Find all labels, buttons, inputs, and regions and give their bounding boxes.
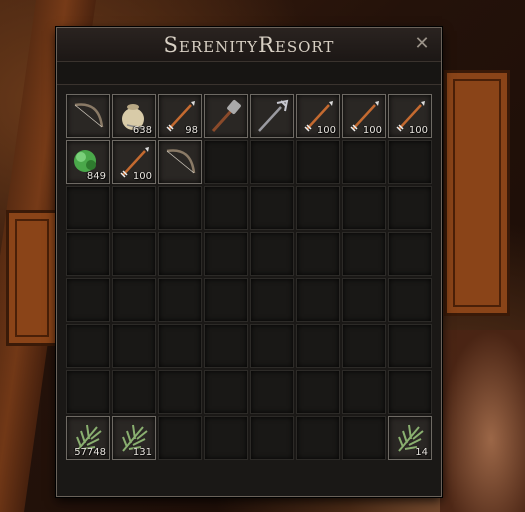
inventory-slot[interactable]: [204, 416, 248, 460]
inventory-slot[interactable]: [66, 370, 110, 414]
inventory-slot[interactable]: 638: [112, 94, 156, 138]
inventory-slot[interactable]: [250, 278, 294, 322]
inventory-slot[interactable]: [342, 232, 386, 276]
inventory-slot[interactable]: [296, 416, 340, 460]
inventory-slot[interactable]: [204, 324, 248, 368]
inventory-slot[interactable]: [158, 278, 202, 322]
stack-count: 100: [408, 125, 428, 136]
inventory-slot[interactable]: [158, 370, 202, 414]
inventory-slot[interactable]: [388, 232, 432, 276]
inventory-slot[interactable]: [296, 140, 340, 184]
inventory-slot[interactable]: [296, 278, 340, 322]
inventory-slot[interactable]: [204, 94, 248, 138]
inventory-slot[interactable]: [158, 232, 202, 276]
inventory-slot[interactable]: 98: [158, 94, 202, 138]
stack-count: 98: [185, 125, 198, 136]
inventory-slot[interactable]: [250, 416, 294, 460]
inventory-slot[interactable]: [388, 140, 432, 184]
inventory-slot[interactable]: 100: [296, 94, 340, 138]
inventory-slot[interactable]: [388, 370, 432, 414]
inventory-slot[interactable]: [342, 140, 386, 184]
inventory-slot[interactable]: 131: [112, 416, 156, 460]
character-arm: [440, 330, 525, 512]
inventory-slot[interactable]: [204, 278, 248, 322]
inventory-slot[interactable]: [204, 140, 248, 184]
stack-count: 100: [132, 171, 152, 182]
inventory-slot[interactable]: [112, 278, 156, 322]
inventory-slot[interactable]: [342, 324, 386, 368]
stack-count: 131: [132, 447, 152, 458]
inventory-slot[interactable]: [388, 278, 432, 322]
stack-count: 638: [132, 125, 152, 136]
inventory-slot[interactable]: [112, 232, 156, 276]
inventory-slot[interactable]: [342, 186, 386, 230]
inventory-slot[interactable]: [250, 232, 294, 276]
inventory-slot[interactable]: [158, 416, 202, 460]
inventory-slot[interactable]: 57748: [66, 416, 110, 460]
stack-count: 100: [316, 125, 336, 136]
inventory-slot[interactable]: [342, 278, 386, 322]
inventory-slot[interactable]: 849: [66, 140, 110, 184]
inventory-slot[interactable]: [158, 324, 202, 368]
inventory-slot[interactable]: [66, 324, 110, 368]
inventory-slot[interactable]: [388, 186, 432, 230]
stack-count: 57748: [74, 447, 106, 458]
inventory-slot[interactable]: 100: [342, 94, 386, 138]
inventory-slot[interactable]: [204, 186, 248, 230]
inventory-slot[interactable]: [158, 140, 202, 184]
inventory-slot[interactable]: [296, 370, 340, 414]
inventory-slot[interactable]: [250, 370, 294, 414]
inventory-slot[interactable]: [112, 186, 156, 230]
inventory-slot[interactable]: [342, 416, 386, 460]
inventory-grid: 638 98 100 100 100 849 100 57748 131 14: [66, 94, 432, 460]
inventory-slot[interactable]: 14: [388, 416, 432, 460]
inventory-slot[interactable]: [388, 324, 432, 368]
inventory-slot[interactable]: [296, 186, 340, 230]
close-icon[interactable]: ✕: [412, 34, 432, 54]
inventory-slot[interactable]: [342, 370, 386, 414]
title-bar[interactable]: SerenityResort ✕: [57, 28, 441, 62]
inventory-slot[interactable]: [296, 232, 340, 276]
toolbar-strip: [57, 62, 441, 85]
inventory-slot[interactable]: [250, 94, 294, 138]
inventory-slot[interactable]: [204, 232, 248, 276]
inventory-slot[interactable]: [250, 140, 294, 184]
inventory-slot[interactable]: [112, 324, 156, 368]
inventory-slot[interactable]: [66, 232, 110, 276]
stack-count: 14: [415, 447, 428, 458]
stack-count: 849: [86, 171, 106, 182]
inventory-slot[interactable]: [66, 186, 110, 230]
inventory-slot[interactable]: 100: [112, 140, 156, 184]
inventory-slot[interactable]: [204, 370, 248, 414]
inventory-slot[interactable]: 100: [388, 94, 432, 138]
stack-count: 100: [362, 125, 382, 136]
wooden-crate: [444, 70, 510, 316]
wooden-crate: [6, 210, 58, 346]
inventory-slot[interactable]: [296, 324, 340, 368]
inventory-window: SerenityResort ✕ 638 98 100 100 100 849 100 577…: [56, 27, 442, 497]
inventory-slot[interactable]: [112, 370, 156, 414]
inventory-slot[interactable]: [66, 278, 110, 322]
window-title: SerenityResort: [163, 33, 335, 57]
inventory-slot[interactable]: [66, 94, 110, 138]
inventory-slot[interactable]: [158, 186, 202, 230]
inventory-slot[interactable]: [250, 324, 294, 368]
inventory-slot[interactable]: [250, 186, 294, 230]
